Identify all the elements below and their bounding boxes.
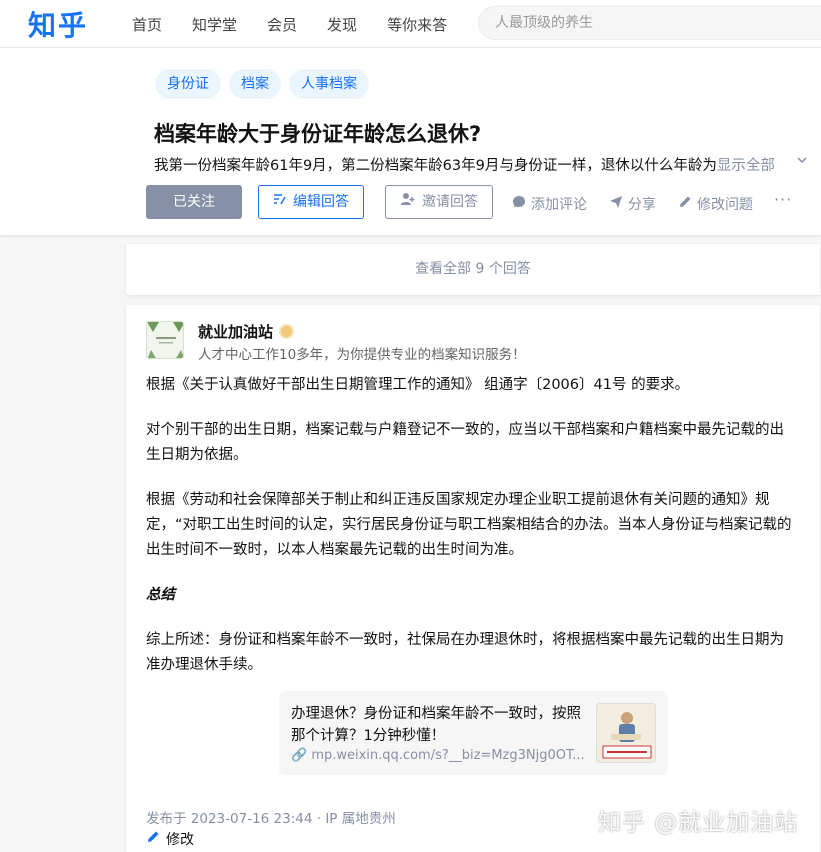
link-card-title: 办理退休？身份证和档案年龄不一致时，按照那个计算？1分钟秒懂！ <box>291 706 581 744</box>
author-bio: 人才中心工作10多年，为你提供专业的档案知识服务！ <box>198 347 526 363</box>
topic-tag[interactable]: 档案 <box>229 69 281 99</box>
edit-answer-button[interactable]: 编辑回答 <box>258 185 364 219</box>
link-card[interactable]: 办理退休？身份证和档案年龄不一致时，按照那个计算？1分钟秒懂！ 🔗 mp.wei… <box>279 691 668 775</box>
show-all-link[interactable]: 显示全部 <box>717 158 775 174</box>
question-header: 身份证 档案 人事档案 档案年龄大于身份证年龄怎么退休? 我第一份档案年龄61年… <box>0 48 821 235</box>
modify-question-button[interactable]: 修改问题 <box>678 194 753 214</box>
edit-icon <box>273 186 287 218</box>
answer-paragraph: 综上所述：身份证和档案年龄不一致时，社保局在办理退休时，将根据档案中最先记载的出… <box>146 632 784 673</box>
edit-answer-link[interactable]: 修改 <box>146 829 194 849</box>
nav-discover[interactable]: 发现 <box>327 14 357 35</box>
question-title[interactable]: 档案年龄大于身份证年龄怎么退休? <box>154 118 481 148</box>
top-bar: 知乎 首页 知学堂 会员 发现 等你来答 人最顶级的养生 <box>0 0 821 48</box>
invite-answer-label: 邀请回答 <box>422 194 478 210</box>
answer-meta: 发布于 2023-07-16 23:44 · IP 属地贵州 <box>146 811 396 827</box>
share-button[interactable]: 分享 <box>609 194 656 214</box>
watermark: 知乎 @就业加油站 <box>598 810 799 836</box>
edit-answer-link-label: 修改 <box>166 832 194 848</box>
author-name[interactable]: 就业加油站 <box>198 321 295 342</box>
nav-waiting-answers[interactable]: 等你来答 <box>387 14 447 35</box>
answer-card: 就业加油站 人才中心工作10多年，为你提供专业的档案知识服务！ 根据《关于认真做… <box>126 305 820 852</box>
topic-tag[interactable]: 人事档案 <box>289 69 369 99</box>
link-card-url-text: mp.weixin.qq.com/s?__biz=Mzg3Njg0OT... <box>311 748 585 763</box>
follow-button[interactable]: 已关注 <box>146 185 242 219</box>
badge-icon <box>279 324 295 339</box>
author-avatar[interactable] <box>146 321 184 359</box>
search-input[interactable]: 人最顶级的养生 <box>478 6 821 40</box>
nav-membership[interactable]: 会员 <box>267 14 297 35</box>
chevron-down-icon[interactable] <box>796 154 808 170</box>
view-all-answers-button[interactable]: 查看全部 9 个回答 <box>126 244 820 295</box>
zhihu-logo[interactable]: 知乎 <box>28 4 88 44</box>
main-nav: 首页 知学堂 会员 发现 等你来答 <box>132 14 477 35</box>
link-icon: 🔗 <box>291 748 308 763</box>
answer-content: 根据《关于认真做好干部出生日期管理工作的通知》 组通字〔2006〕41号 的要求… <box>146 373 798 698</box>
nav-zhixuetang[interactable]: 知学堂 <box>192 14 237 35</box>
add-user-icon <box>400 186 416 218</box>
answer-paragraph: 根据《关于认真做好干部出生日期管理工作的通知》 组通字〔2006〕41号 的要求… <box>146 377 690 393</box>
pencil-icon <box>146 830 160 848</box>
question-description-text: 我第一份档案年龄61年9月，第二份档案年龄63年9月与身份证一样，退休以什么年龄… <box>154 158 717 174</box>
answer-heading: 总结 <box>146 587 175 603</box>
share-label: 分享 <box>628 197 656 213</box>
pencil-icon <box>678 195 692 213</box>
question-description: 我第一份档案年龄61年9月，第二份档案年龄63年9月与身份证一样，退休以什么年龄… <box>154 154 775 175</box>
modify-question-label: 修改问题 <box>697 197 753 213</box>
add-comment-button[interactable]: 添加评论 <box>512 194 587 214</box>
author-name-text: 就业加油站 <box>198 323 274 341</box>
share-icon <box>609 195 623 213</box>
topic-tag[interactable]: 身份证 <box>155 69 221 99</box>
answer-paragraph: 根据《劳动和社会保障部关于制止和纠正违反国家规定办理企业职工提前退休有关问题的通… <box>146 492 792 558</box>
nav-home[interactable]: 首页 <box>132 14 162 35</box>
topic-tags: 身份证 档案 人事档案 <box>155 69 369 99</box>
edit-answer-label: 编辑回答 <box>293 194 349 210</box>
add-comment-label: 添加评论 <box>531 197 587 213</box>
invite-answer-button[interactable]: 邀请回答 <box>385 185 493 219</box>
comment-icon <box>512 195 526 213</box>
more-options-button[interactable]: ··· <box>774 190 792 209</box>
answer-paragraph: 对个别干部的出生日期，档案记载与户籍登记不一致的，应当以干部档案和户籍档案中最先… <box>146 422 784 463</box>
link-card-thumbnail <box>596 703 656 763</box>
link-card-url: 🔗 mp.weixin.qq.com/s?__biz=Mzg3Njg0OT... <box>291 748 585 763</box>
